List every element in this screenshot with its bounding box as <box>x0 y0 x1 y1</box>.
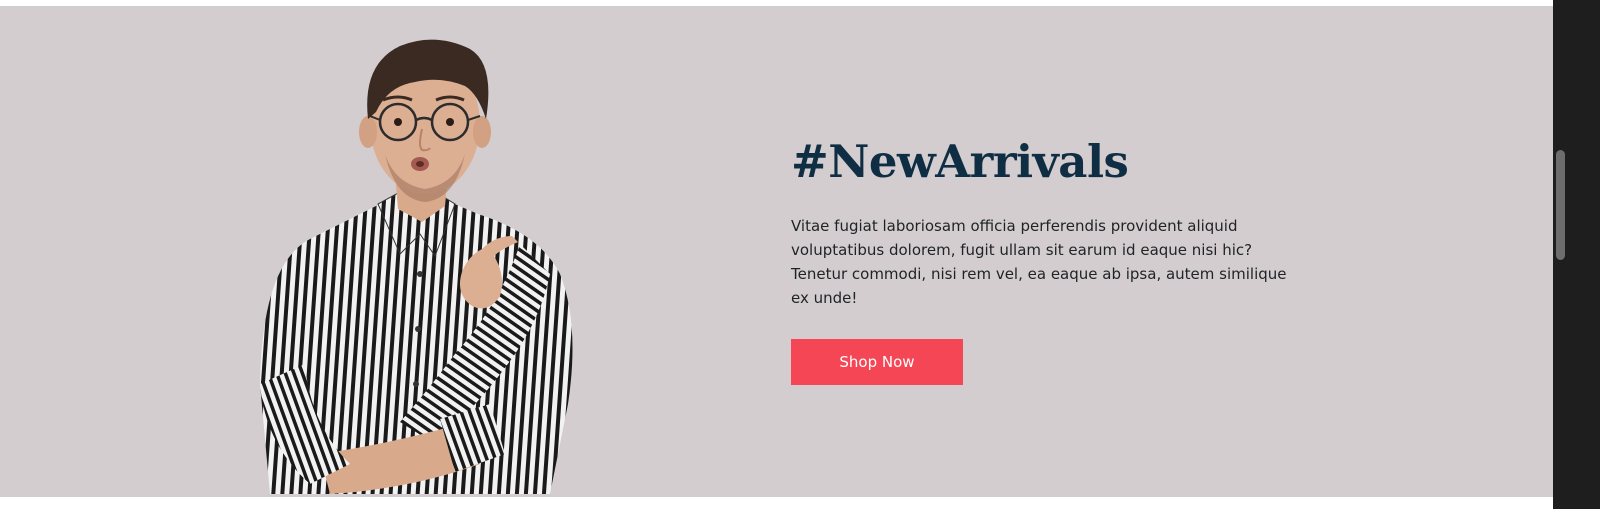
hero-content: #NewArrivals Vitae fugiat laboriosam off… <box>791 132 1291 385</box>
scrollbar-thumb[interactable] <box>1556 150 1565 260</box>
hero-description: Vitae fugiat laboriosam officia perferen… <box>791 217 1287 307</box>
hero-banner: #NewArrivals Vitae fugiat laboriosam off… <box>0 6 1553 497</box>
hero-headline: #NewArrivals <box>791 135 1129 188</box>
shop-now-button[interactable]: Shop Now <box>791 339 963 385</box>
window-edge <box>1568 0 1600 509</box>
hero-image <box>260 39 573 494</box>
section-divider <box>0 497 1553 509</box>
page: #NewArrivals Vitae fugiat laboriosam off… <box>0 0 1600 509</box>
